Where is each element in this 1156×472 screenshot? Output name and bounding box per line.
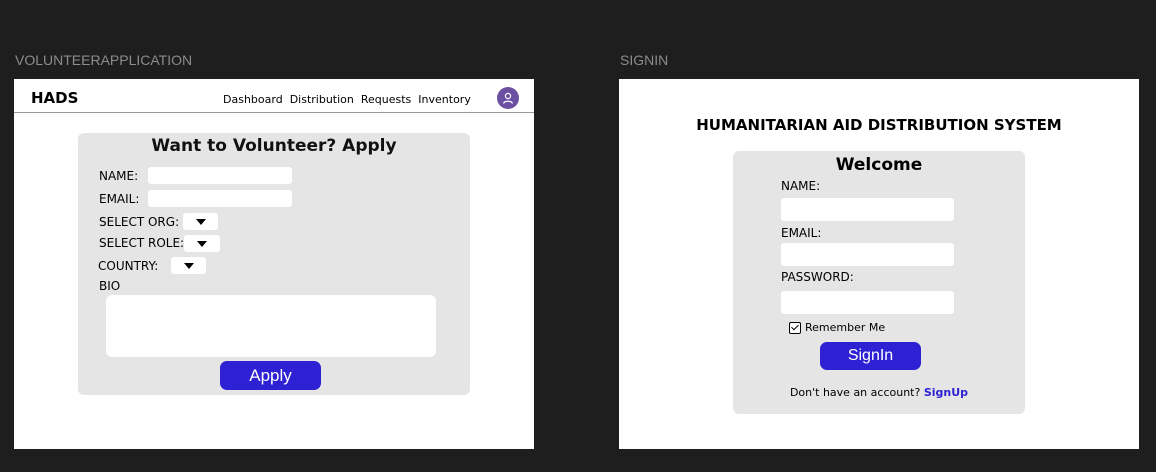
avatar[interactable] [497,87,519,109]
email-field[interactable] [148,190,292,207]
signup-link[interactable]: SignUp [924,386,968,399]
signin-password-field[interactable] [781,291,954,314]
volunteer-application-frame: HADS Dashboard Distribution Requests Inv… [14,79,534,449]
remember-label: Remember Me [805,321,886,334]
remember-me: Remember Me [789,321,885,334]
bio-textarea[interactable] [106,295,436,357]
signin-button[interactable]: SignIn [820,342,921,370]
signin-email-field[interactable] [781,243,954,266]
frame-label-volunteer: VOLUNTEERAPPLICATION [15,52,193,68]
select-org-label: SELECT ORG: [99,215,180,229]
role-select[interactable] [184,235,220,252]
nav-inventory[interactable]: Inventory [418,93,471,106]
design-canvas: VOLUNTEERAPPLICATION SIGNIN HADS Dashboa… [0,0,1156,472]
signin-frame: HUMANITARIAN AID DISTRIBUTION SYSTEM Wel… [619,79,1139,449]
no-account-text: Don't have an account? [789,386,921,399]
name-label: NAME: [781,179,821,193]
country-label: COUNTRY: [98,259,159,273]
signup-prompt: Don't have an account? SignUp [733,386,1025,399]
user-icon [502,92,514,104]
signin-name-field[interactable] [781,198,954,221]
nav-requests[interactable]: Requests [361,93,411,106]
bio-label: BIO [99,279,121,293]
select-role-label: SELECT ROLE: [99,236,185,250]
signin-card: Welcome NAME: EMAIL: PASSWORD: Remember … [733,151,1025,414]
nav-distribution[interactable]: Distribution [290,93,354,106]
password-label: PASSWORD: [781,270,854,284]
form-title: Want to Volunteer? Apply [151,136,397,156]
nav-dashboard[interactable]: Dashboard [223,93,283,106]
navbar: HADS Dashboard Distribution Requests Inv… [14,79,534,113]
remember-checkbox[interactable] [789,321,801,334]
chevron-down-icon [195,218,206,225]
nav-links: Dashboard Distribution Requests Inventor… [223,93,471,106]
country-select[interactable] [171,257,206,274]
email-label: EMAIL: [781,226,822,240]
chevron-down-icon [197,240,207,247]
brand-logo[interactable]: HADS [31,89,78,107]
frame-label-signin: SIGNIN [620,52,669,68]
org-select[interactable] [183,213,218,230]
volunteer-form-card: Want to Volunteer? Apply NAME: EMAIL: SE… [78,133,470,395]
chevron-down-icon [183,262,194,269]
email-label: EMAIL: [99,192,140,206]
name-field[interactable] [148,167,292,184]
system-title: HUMANITARIAN AID DISTRIBUTION SYSTEM [696,116,1062,134]
welcome-heading: Welcome [835,155,923,175]
name-label: NAME: [99,169,139,183]
apply-button[interactable]: Apply [220,361,321,390]
